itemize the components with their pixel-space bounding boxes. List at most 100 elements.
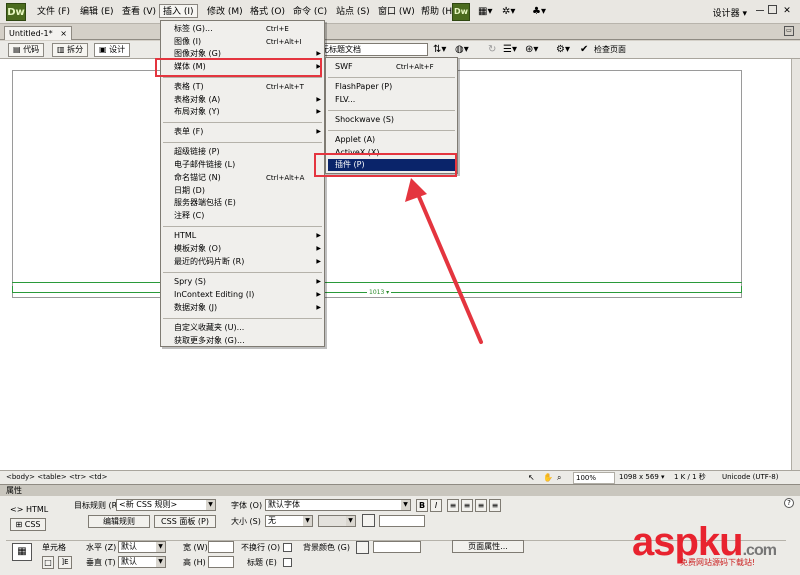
text-color-swatch[interactable] — [362, 514, 375, 527]
check-page-icon[interactable]: ✔ — [580, 44, 588, 56]
hand-tool-icon[interactable]: ✋ — [543, 471, 553, 484]
menu-item-recent-snippets[interactable]: 最近的代码片断 (R) ▶ — [161, 256, 324, 268]
file-management-icon[interactable]: ⇅▾ — [433, 44, 446, 56]
minimize-icon[interactable] — [756, 10, 764, 11]
target-rule-select[interactable]: <新 CSS 规则> — [116, 499, 216, 511]
page-properties-button[interactable]: 页面属性... — [452, 540, 524, 553]
select-tool-icon[interactable]: ↖ — [528, 471, 535, 484]
menu-item-applet[interactable]: Applet (A) — [326, 134, 457, 146]
menu-site[interactable]: 站点 (S) — [333, 5, 373, 19]
menu-item-flashpaper[interactable]: FlashPaper (P) — [326, 81, 457, 93]
menu-window[interactable]: 窗口 (W) — [375, 5, 418, 19]
size-label: 大小 (S) — [231, 517, 261, 526]
code-view-button[interactable]: ▤ 代码 — [8, 43, 45, 57]
status-bar: <body> <table> <tr> <td> ↖ ✋ ⌕ 100% 1098… — [0, 470, 800, 484]
tab-untitled[interactable]: Untitled-1* × — [4, 26, 72, 40]
gear-icon[interactable]: ✲▾ — [502, 6, 515, 18]
bg-color-input[interactable] — [373, 541, 421, 553]
menu-item-image[interactable]: 图像 (I) Ctrl+Alt+I — [161, 36, 324, 48]
properties-header[interactable]: 属性 — [0, 484, 800, 496]
css-panel-button[interactable]: CSS 面板 (P) — [154, 515, 216, 528]
html-tab[interactable]: <> HTML — [10, 504, 48, 515]
chevron-down-icon[interactable]: ▼ — [156, 542, 165, 552]
design-icon: ▣ — [99, 45, 110, 54]
chevron-down-icon[interactable]: ▼ — [303, 516, 312, 526]
bold-button[interactable]: B — [416, 499, 428, 512]
check-page-label[interactable]: 检查页面 — [594, 44, 626, 55]
bg-color-swatch[interactable] — [356, 541, 369, 554]
split-cell-icon[interactable]: ]E — [58, 556, 72, 569]
split-view-button[interactable]: ▥ 拆分 — [52, 43, 89, 57]
tag-selector[interactable]: <body> <table> <tr> <td> — [6, 471, 107, 484]
menu-item-incontext-editing[interactable]: InContext Editing (I) ▶ — [161, 289, 324, 301]
edit-rule-button[interactable]: 编辑规则 — [88, 515, 150, 528]
header-checkbox[interactable] — [283, 558, 292, 567]
close-icon[interactable]: ✕ — [782, 5, 792, 17]
menu-view[interactable]: 查看 (V) — [119, 5, 159, 19]
menu-item-customize-favorites[interactable]: 自定义收藏夹 (U)... — [161, 322, 324, 334]
menu-file[interactable]: 文件 (F) — [34, 5, 73, 19]
menu-item-get-more-objects[interactable]: 获取更多对象 (G)... — [161, 335, 324, 347]
menu-item-layout-objects[interactable]: 布局对象 (Y) ▶ — [161, 106, 324, 118]
menu-commands[interactable]: 命令 (C) — [290, 5, 330, 19]
table-width-label[interactable]: 1013 ▾ — [367, 289, 392, 296]
menu-insert[interactable]: 插入 (I) — [159, 4, 198, 18]
menu-item-comment[interactable]: 注释 (C) — [161, 210, 324, 222]
restore-doc-icon[interactable]: ▭ — [784, 26, 794, 36]
help-icon[interactable]: ? — [784, 498, 794, 508]
menu-item-hyperlink[interactable]: 超级链接 (P) — [161, 146, 324, 158]
menu-item-table-objects[interactable]: 表格对象 (A) ▶ — [161, 94, 324, 106]
width-input[interactable] — [208, 541, 234, 553]
view-options-icon[interactable]: ☰▾ — [503, 44, 517, 56]
vert-label: 垂直 (T) — [86, 558, 116, 567]
height-input[interactable] — [208, 556, 234, 568]
menu-item-tag[interactable]: 标签 (G)... Ctrl+E — [161, 23, 324, 35]
menu-item-flv[interactable]: FLV... — [326, 94, 457, 106]
menu-item-html[interactable]: HTML ▶ — [161, 230, 324, 242]
vertical-scrollbar[interactable] — [791, 59, 800, 470]
align-right-icon[interactable]: ≡ — [475, 499, 487, 512]
chevron-down-icon[interactable]: ▼ — [401, 500, 410, 510]
menu-item-date[interactable]: 日期 (D) — [161, 185, 324, 197]
menu-item-spry[interactable]: Spry (S) ▶ — [161, 276, 324, 288]
title-input[interactable]: 无标题文档 — [318, 43, 428, 56]
menu-item-email-link[interactable]: 电子邮件链接 (L) — [161, 159, 324, 171]
tab-close-icon[interactable]: × — [60, 27, 67, 40]
menu-item-template-objects[interactable]: 模板对象 (O) ▶ — [161, 243, 324, 255]
zoom-tool-icon[interactable]: ⌕ — [557, 471, 561, 484]
workspace-switcher[interactable]: 设计器 ▾ — [713, 6, 747, 19]
design-view-button[interactable]: ▣ 设计 — [94, 43, 131, 57]
menu-item-shockwave[interactable]: Shockwave (S) — [326, 114, 457, 126]
chevron-down-icon[interactable]: ▼ — [346, 516, 355, 526]
visual-aids-icon[interactable]: ⊛▾ — [525, 44, 538, 56]
italic-button[interactable]: I — [430, 499, 442, 512]
preview-browser-icon[interactable]: ◍▾ — [455, 44, 469, 56]
zoom-select[interactable]: 100% — [573, 472, 615, 484]
menu-modify[interactable]: 修改 (M) — [204, 5, 246, 19]
text-color-input[interactable] — [379, 515, 425, 527]
align-center-icon[interactable]: ≡ — [461, 499, 473, 512]
menu-item-server-side-include[interactable]: 服务器端包括 (E) — [161, 197, 324, 209]
menu-item-named-anchor[interactable]: 命名锚记 (N) Ctrl+Alt+A — [161, 172, 324, 184]
css-tab[interactable]: ⊞ CSS — [10, 518, 46, 531]
font-select[interactable]: 默认字体 — [265, 499, 411, 511]
menu-item-table[interactable]: 表格 (T) Ctrl+Alt+T — [161, 81, 324, 93]
menu-item-form[interactable]: 表单 (F) ▶ — [161, 126, 324, 138]
layout-icon[interactable]: ▦▾ — [478, 6, 492, 18]
menu-edit[interactable]: 编辑 (E) — [77, 5, 117, 19]
merge-cells-icon[interactable]: □ — [42, 556, 54, 569]
extend-icon[interactable]: ♣▾ — [532, 6, 546, 18]
menu-format[interactable]: 格式 (O) — [247, 5, 288, 19]
nowrap-checkbox[interactable] — [283, 543, 292, 552]
align-justify-icon[interactable]: ≡ — [489, 499, 501, 512]
menu-item-swf[interactable]: SWF Ctrl+Alt+F — [326, 61, 457, 73]
submenu-arrow-icon: ▶ — [316, 232, 321, 239]
window-size[interactable]: 1098 x 569 ▾ — [617, 472, 669, 484]
chevron-down-icon[interactable]: ▼ — [206, 500, 215, 510]
menu-item-data-objects[interactable]: 数据对象 (J) ▶ — [161, 302, 324, 314]
chevron-down-icon[interactable]: ▼ — [156, 557, 165, 567]
validate-icon[interactable]: ⚙▾ — [556, 44, 570, 56]
refresh-icon[interactable]: ↻ — [488, 44, 496, 56]
align-left-icon[interactable]: ≡ — [447, 499, 459, 512]
restore-icon[interactable] — [768, 5, 777, 14]
